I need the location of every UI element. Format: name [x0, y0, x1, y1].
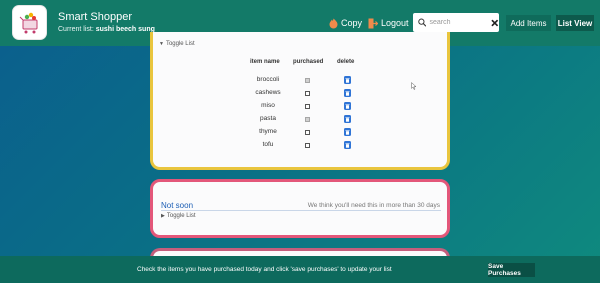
mouse-cursor-icon [411, 82, 417, 90]
table-row: broccoli [153, 76, 453, 87]
purchased-checkbox[interactable] [305, 91, 310, 96]
logout-button[interactable]: Logout [368, 15, 409, 31]
column-header-purchased: purchased [293, 59, 324, 65]
delete-button[interactable] [344, 102, 351, 110]
item-name: broccoli [256, 76, 280, 83]
item-name: miso [261, 102, 275, 109]
save-purchases-button[interactable]: Save Purchases [488, 263, 535, 277]
delete-button[interactable] [344, 141, 351, 149]
purchased-checkbox[interactable] [305, 104, 310, 109]
column-header-item-name: item name [250, 59, 280, 65]
search-box[interactable] [413, 13, 499, 32]
purchased-checkbox[interactable] [305, 117, 310, 122]
logout-icon [368, 18, 378, 28]
delete-button[interactable] [344, 115, 351, 123]
section-divider [161, 210, 441, 211]
trash-icon [345, 142, 350, 148]
table-row: thyme [153, 128, 453, 139]
column-header-delete: delete [337, 59, 355, 65]
item-name: cashews [255, 89, 281, 96]
footer-bar: Check the items you have purchased today… [0, 256, 600, 283]
toggle-list-button[interactable]: ▼ Toggle List [159, 41, 195, 47]
trash-icon [345, 90, 350, 96]
app-logo [12, 5, 47, 40]
copy-button[interactable]: Copy [329, 15, 362, 31]
current-list-line: Current list: sushi beech sung [58, 26, 155, 33]
delete-button[interactable] [344, 76, 351, 84]
trash-icon [345, 116, 350, 122]
section-title: Not soon [161, 201, 194, 210]
current-list-value: sushi beech sung [95, 26, 155, 33]
clear-search-icon[interactable] [491, 19, 499, 27]
item-name: thyme [259, 128, 277, 135]
shopping-cart-logo-icon [19, 12, 37, 33]
search-icon [418, 18, 427, 27]
logout-label: Logout [381, 18, 409, 28]
trash-icon [345, 129, 350, 135]
app-title: Smart Shopper [58, 11, 132, 23]
trash-icon [345, 103, 350, 109]
not-soon-card: Not soon We think you'll need this in mo… [150, 179, 450, 238]
copy-label: Copy [341, 18, 363, 28]
delete-button[interactable] [344, 89, 351, 97]
table-row: miso [153, 102, 453, 113]
toggle-list-label: Toggle List [166, 213, 196, 219]
footer-message: Check the items you have purchased today… [137, 266, 392, 273]
current-list-label: Current list: [58, 26, 94, 33]
section-description: We think you'll need this in more than 3… [307, 202, 440, 209]
add-items-button[interactable]: Add Items [506, 15, 551, 31]
toggle-list-label: Toggle List [165, 41, 195, 47]
triangle-down-icon: ▼ [159, 41, 164, 47]
search-input[interactable] [429, 19, 482, 26]
item-name: tofu [262, 141, 274, 148]
toggle-list-button[interactable]: ▶ Toggle List [161, 213, 196, 219]
purchased-checkbox[interactable] [305, 130, 310, 135]
soon-items-card: ▼ Toggle List item name purchased delete … [150, 32, 450, 170]
list-view-button[interactable]: List View [556, 15, 594, 31]
delete-button[interactable] [344, 128, 351, 136]
item-name: pasta [260, 115, 276, 122]
purchased-checkbox[interactable] [305, 143, 310, 148]
title-block: Smart Shopper Current list: sushi beech … [58, 11, 155, 33]
trash-icon [345, 77, 350, 83]
copy-icon [329, 18, 338, 28]
triangle-right-icon: ▶ [161, 213, 165, 219]
table-row: cashews [153, 89, 453, 100]
table-row: tofu [153, 141, 453, 152]
purchased-checkbox[interactable] [305, 78, 310, 83]
table-row: pasta [153, 115, 453, 126]
